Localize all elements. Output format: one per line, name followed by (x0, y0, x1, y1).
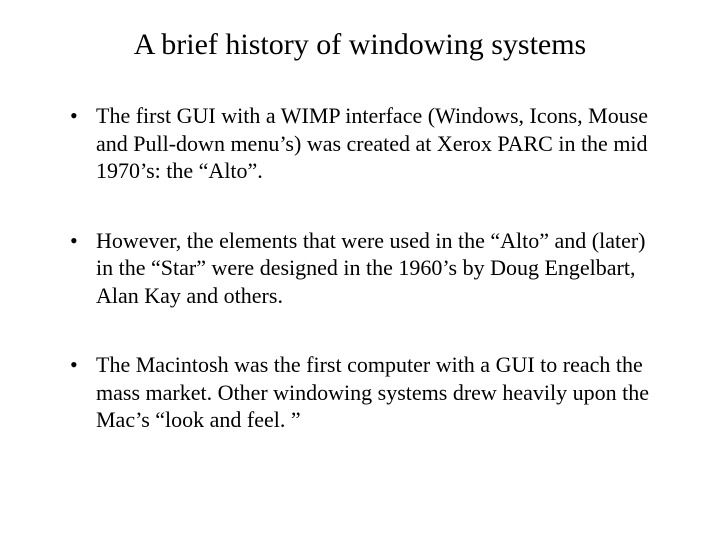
list-item: The Macintosh was the first computer wit… (70, 351, 660, 434)
slide: A brief history of windowing systems The… (0, 0, 720, 540)
list-item: The first GUI with a WIMP interface (Win… (70, 102, 660, 185)
list-item: However, the elements that were used in … (70, 227, 660, 310)
bullet-list: The first GUI with a WIMP interface (Win… (50, 102, 670, 434)
slide-title: A brief history of windowing systems (50, 28, 670, 62)
